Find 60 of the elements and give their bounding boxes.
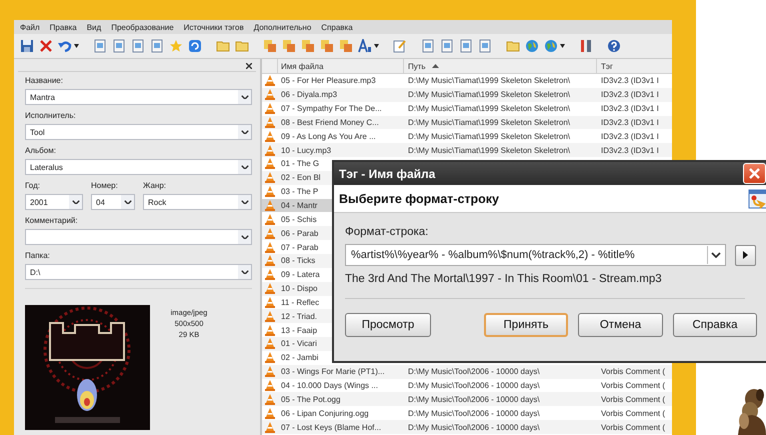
dialog-heading: Выберите формат-строку: [339, 192, 499, 206]
table-cell: 09 - As Long As You Are ...: [281, 132, 376, 141]
table-cell: D:\My Music\Tool\2006 - 10000 days\: [408, 380, 540, 390]
table-cell: 08 - Ticks: [281, 256, 316, 266]
field-label: Жанр:: [143, 181, 168, 191]
table-cell: 06 - Diyala.mp3: [281, 90, 338, 100]
field-label: Альбом:: [25, 146, 57, 156]
table-cell: 10 - Dispo: [281, 284, 318, 294]
table-cell: ID3v2.3 (ID3v1 I: [601, 104, 659, 114]
table-cell: Vorbis Comment (: [601, 422, 666, 432]
table-cell: 07 - Parab: [281, 242, 318, 252]
table-cell: 05 - Schis: [281, 214, 317, 224]
table-cell: 11 - Reflec: [281, 298, 320, 307]
table-cell: D:\My Music\Tool\2006 - 10000 days\: [408, 367, 540, 376]
table-cell: 13 - Faaip: [281, 326, 318, 335]
field-label: Год:: [25, 181, 41, 191]
table-cell: 05 - For Her Pleasure.mp3: [281, 76, 376, 86]
table-cell: D:\My Music\Tool\2006 - 10000 days\: [408, 394, 540, 404]
table-cell: 01 - The G: [281, 159, 320, 168]
table-cell: D:\My Music\Tiamat\1999 Skeleton Skeletron\: [408, 104, 570, 114]
table-cell: 04 - 10.000 Days (Wings ...: [281, 380, 378, 390]
field-label: Название:: [25, 76, 64, 86]
table-cell: Vorbis Comment (: [601, 367, 666, 376]
table-cell: D:\My Music\Tool\2006 - 10000 days\: [408, 422, 540, 432]
table-cell: ID3v2.3 (ID3v1 I: [601, 76, 659, 86]
table-cell: ID3v2.3 (ID3v1 I: [601, 90, 659, 100]
field-label: Папка:: [25, 251, 51, 261]
table-cell: 06 - Lipan Conjuring.ogg: [281, 408, 369, 418]
table-cell: ID3v2.3 (ID3v1 I: [601, 146, 659, 155]
table-cell: 09 - Latera: [281, 270, 320, 280]
field-label: Комментарий:: [25, 216, 79, 226]
table-cell: D:\My Music\Tool\2006 - 10000 days\: [408, 408, 540, 418]
table-cell: D:\My Music\Tiamat\1999 Skeleton Skeletron\: [408, 132, 570, 141]
table-cell: 07 - Sympathy For The De...: [281, 104, 382, 114]
table-cell: 06 - Parab: [281, 228, 318, 238]
table-cell: D:\My Music\Tiamat\1999 Skeleton Skeletron\: [408, 118, 570, 127]
dialog-title: Тэг - Имя файла: [339, 166, 436, 180]
table-cell: ID3v2.3 (ID3v1 I: [601, 118, 659, 127]
table-cell: D:\My Music\Tiamat\1999 Skeleton Skeletron\: [408, 90, 570, 100]
table-cell: 05 - The Pot.ogg: [281, 394, 340, 404]
table-cell: Vorbis Comment (: [601, 394, 666, 404]
table-cell: 08 - Best Friend Money C...: [281, 118, 379, 127]
table-cell: D:\My Music\Tiamat\1999 Skeleton Skeletron\: [408, 146, 570, 155]
table-cell: 03 - The P: [281, 187, 318, 196]
field-label: Формат-строка:: [345, 225, 430, 239]
table-cell: Vorbis Comment (: [601, 380, 666, 390]
table-cell: 02 - Jambi: [281, 353, 318, 362]
table-cell: 02 - Eon Bl: [281, 173, 321, 182]
table-cell: 10 - Lucy.mp3: [281, 146, 332, 155]
preview-text: The 3rd And The Mortal\1997 - In This Room\01 - Stream.mp3: [345, 272, 663, 286]
table-cell: 03 - Wings For Marie (PT1)...: [281, 367, 385, 376]
table-cell: D:\My Music\Tiamat\1999 Skeleton Skeletron\: [408, 76, 570, 86]
table-cell: 04 - Mantr: [281, 201, 318, 210]
table-cell: 12 - Triad.: [281, 312, 318, 321]
field-label: Исполнитель:: [25, 111, 77, 121]
table-cell: ID3v2.3 (ID3v1 I: [601, 132, 659, 141]
table-cell: 01 - Vicari: [281, 339, 317, 348]
table-cell: 07 - Lost Keys (Blame Hof...: [281, 422, 382, 432]
table-cell: Vorbis Comment (: [601, 408, 666, 418]
field-label: Номер:: [91, 181, 119, 191]
